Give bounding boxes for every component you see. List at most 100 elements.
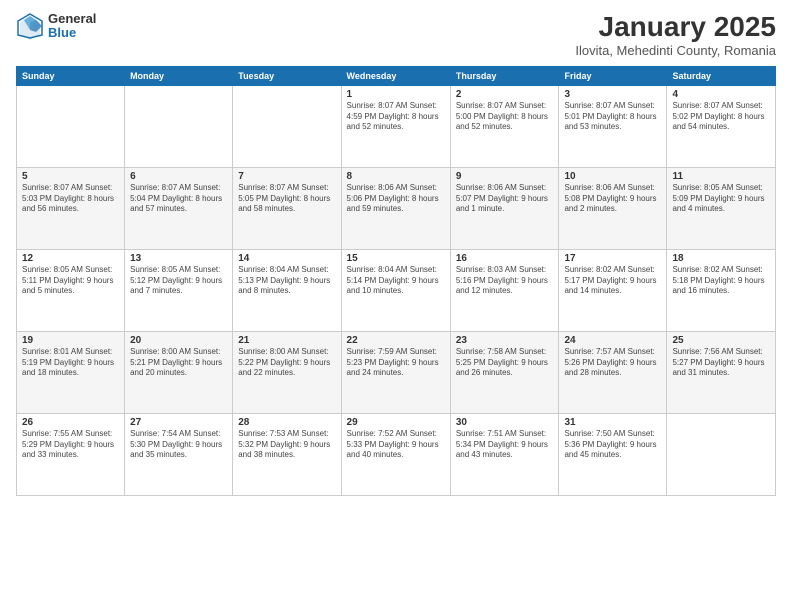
table-row: 18Sunrise: 8:02 AM Sunset: 5:18 PM Dayli… bbox=[667, 249, 776, 331]
table-row: 19Sunrise: 8:01 AM Sunset: 5:19 PM Dayli… bbox=[17, 331, 125, 413]
day-info: Sunrise: 8:04 AM Sunset: 5:14 PM Dayligh… bbox=[347, 265, 445, 297]
table-row: 23Sunrise: 7:58 AM Sunset: 5:25 PM Dayli… bbox=[450, 331, 559, 413]
week-row-2: 12Sunrise: 8:05 AM Sunset: 5:11 PM Dayli… bbox=[17, 249, 776, 331]
day-info: Sunrise: 7:52 AM Sunset: 5:33 PM Dayligh… bbox=[347, 429, 445, 461]
day-info: Sunrise: 8:02 AM Sunset: 5:17 PM Dayligh… bbox=[564, 265, 661, 297]
table-row: 24Sunrise: 7:57 AM Sunset: 5:26 PM Dayli… bbox=[559, 331, 667, 413]
day-number: 23 bbox=[456, 335, 554, 346]
table-row bbox=[125, 85, 233, 167]
table-row: 10Sunrise: 8:06 AM Sunset: 5:08 PM Dayli… bbox=[559, 167, 667, 249]
week-row-0: 1Sunrise: 8:07 AM Sunset: 4:59 PM Daylig… bbox=[17, 85, 776, 167]
table-row: 31Sunrise: 7:50 AM Sunset: 5:36 PM Dayli… bbox=[559, 413, 667, 495]
logo-general-text: General bbox=[48, 12, 96, 26]
day-info: Sunrise: 8:06 AM Sunset: 5:07 PM Dayligh… bbox=[456, 183, 554, 215]
day-number: 30 bbox=[456, 417, 554, 428]
week-row-4: 26Sunrise: 7:55 AM Sunset: 5:29 PM Dayli… bbox=[17, 413, 776, 495]
day-info: Sunrise: 8:05 AM Sunset: 5:11 PM Dayligh… bbox=[22, 265, 119, 297]
day-number: 6 bbox=[130, 171, 227, 182]
day-info: Sunrise: 8:03 AM Sunset: 5:16 PM Dayligh… bbox=[456, 265, 554, 297]
location: Ilovita, Mehedinti County, Romania bbox=[575, 43, 776, 58]
day-info: Sunrise: 8:07 AM Sunset: 5:00 PM Dayligh… bbox=[456, 101, 554, 133]
day-number: 15 bbox=[347, 253, 445, 264]
day-number: 16 bbox=[456, 253, 554, 264]
day-info: Sunrise: 7:59 AM Sunset: 5:23 PM Dayligh… bbox=[347, 347, 445, 379]
day-info: Sunrise: 8:07 AM Sunset: 5:03 PM Dayligh… bbox=[22, 183, 119, 215]
day-info: Sunrise: 8:04 AM Sunset: 5:13 PM Dayligh… bbox=[238, 265, 335, 297]
table-row: 27Sunrise: 7:54 AM Sunset: 5:30 PM Dayli… bbox=[125, 413, 233, 495]
logo-blue-text: Blue bbox=[48, 26, 96, 40]
table-row: 7Sunrise: 8:07 AM Sunset: 5:05 PM Daylig… bbox=[233, 167, 341, 249]
table-row: 14Sunrise: 8:04 AM Sunset: 5:13 PM Dayli… bbox=[233, 249, 341, 331]
month-title: January 2025 bbox=[575, 12, 776, 43]
table-row: 11Sunrise: 8:05 AM Sunset: 5:09 PM Dayli… bbox=[667, 167, 776, 249]
day-info: Sunrise: 8:07 AM Sunset: 5:05 PM Dayligh… bbox=[238, 183, 335, 215]
table-row: 8Sunrise: 8:06 AM Sunset: 5:06 PM Daylig… bbox=[341, 167, 450, 249]
day-number: 20 bbox=[130, 335, 227, 346]
day-info: Sunrise: 7:57 AM Sunset: 5:26 PM Dayligh… bbox=[564, 347, 661, 379]
day-number: 22 bbox=[347, 335, 445, 346]
day-number: 7 bbox=[238, 171, 335, 182]
day-number: 28 bbox=[238, 417, 335, 428]
logo: General Blue bbox=[16, 12, 96, 41]
table-row: 17Sunrise: 8:02 AM Sunset: 5:17 PM Dayli… bbox=[559, 249, 667, 331]
day-number: 24 bbox=[564, 335, 661, 346]
table-row: 30Sunrise: 7:51 AM Sunset: 5:34 PM Dayli… bbox=[450, 413, 559, 495]
day-info: Sunrise: 7:55 AM Sunset: 5:29 PM Dayligh… bbox=[22, 429, 119, 461]
table-row: 1Sunrise: 8:07 AM Sunset: 4:59 PM Daylig… bbox=[341, 85, 450, 167]
table-row: 21Sunrise: 8:00 AM Sunset: 5:22 PM Dayli… bbox=[233, 331, 341, 413]
day-number: 5 bbox=[22, 171, 119, 182]
day-number: 25 bbox=[672, 335, 770, 346]
table-row bbox=[233, 85, 341, 167]
day-info: Sunrise: 7:53 AM Sunset: 5:32 PM Dayligh… bbox=[238, 429, 335, 461]
logo-icon bbox=[16, 12, 44, 40]
title-block: January 2025 Ilovita, Mehedinti County, … bbox=[575, 12, 776, 58]
day-number: 18 bbox=[672, 253, 770, 264]
logo-text: General Blue bbox=[48, 12, 96, 41]
table-row: 16Sunrise: 8:03 AM Sunset: 5:16 PM Dayli… bbox=[450, 249, 559, 331]
table-row bbox=[667, 413, 776, 495]
day-info: Sunrise: 7:54 AM Sunset: 5:30 PM Dayligh… bbox=[130, 429, 227, 461]
day-number: 3 bbox=[564, 89, 661, 100]
day-info: Sunrise: 8:07 AM Sunset: 4:59 PM Dayligh… bbox=[347, 101, 445, 133]
table-row: 20Sunrise: 8:00 AM Sunset: 5:21 PM Dayli… bbox=[125, 331, 233, 413]
day-info: Sunrise: 8:00 AM Sunset: 5:22 PM Dayligh… bbox=[238, 347, 335, 379]
header: General Blue January 2025 Ilovita, Mehed… bbox=[16, 12, 776, 58]
day-info: Sunrise: 8:01 AM Sunset: 5:19 PM Dayligh… bbox=[22, 347, 119, 379]
day-info: Sunrise: 7:51 AM Sunset: 5:34 PM Dayligh… bbox=[456, 429, 554, 461]
day-info: Sunrise: 8:07 AM Sunset: 5:02 PM Dayligh… bbox=[672, 101, 770, 133]
day-info: Sunrise: 8:07 AM Sunset: 5:04 PM Dayligh… bbox=[130, 183, 227, 215]
day-number: 12 bbox=[22, 253, 119, 264]
day-number: 10 bbox=[564, 171, 661, 182]
table-row: 2Sunrise: 8:07 AM Sunset: 5:00 PM Daylig… bbox=[450, 85, 559, 167]
day-number: 17 bbox=[564, 253, 661, 264]
page: General Blue January 2025 Ilovita, Mehed… bbox=[0, 0, 792, 612]
day-info: Sunrise: 8:00 AM Sunset: 5:21 PM Dayligh… bbox=[130, 347, 227, 379]
table-row: 28Sunrise: 7:53 AM Sunset: 5:32 PM Dayli… bbox=[233, 413, 341, 495]
day-info: Sunrise: 8:02 AM Sunset: 5:18 PM Dayligh… bbox=[672, 265, 770, 297]
day-number: 8 bbox=[347, 171, 445, 182]
day-info: Sunrise: 8:05 AM Sunset: 5:12 PM Dayligh… bbox=[130, 265, 227, 297]
header-wednesday: Wednesday bbox=[341, 66, 450, 85]
header-tuesday: Tuesday bbox=[233, 66, 341, 85]
header-monday: Monday bbox=[125, 66, 233, 85]
day-number: 27 bbox=[130, 417, 227, 428]
header-friday: Friday bbox=[559, 66, 667, 85]
table-row: 26Sunrise: 7:55 AM Sunset: 5:29 PM Dayli… bbox=[17, 413, 125, 495]
day-info: Sunrise: 7:56 AM Sunset: 5:27 PM Dayligh… bbox=[672, 347, 770, 379]
day-number: 11 bbox=[672, 171, 770, 182]
day-info: Sunrise: 8:06 AM Sunset: 5:06 PM Dayligh… bbox=[347, 183, 445, 215]
table-row: 15Sunrise: 8:04 AM Sunset: 5:14 PM Dayli… bbox=[341, 249, 450, 331]
header-thursday: Thursday bbox=[450, 66, 559, 85]
day-number: 9 bbox=[456, 171, 554, 182]
day-number: 29 bbox=[347, 417, 445, 428]
day-info: Sunrise: 8:05 AM Sunset: 5:09 PM Dayligh… bbox=[672, 183, 770, 215]
table-row: 9Sunrise: 8:06 AM Sunset: 5:07 PM Daylig… bbox=[450, 167, 559, 249]
table-row: 25Sunrise: 7:56 AM Sunset: 5:27 PM Dayli… bbox=[667, 331, 776, 413]
header-sunday: Sunday bbox=[17, 66, 125, 85]
day-info: Sunrise: 7:50 AM Sunset: 5:36 PM Dayligh… bbox=[564, 429, 661, 461]
weekday-header-row: Sunday Monday Tuesday Wednesday Thursday… bbox=[17, 66, 776, 85]
day-number: 19 bbox=[22, 335, 119, 346]
table-row: 22Sunrise: 7:59 AM Sunset: 5:23 PM Dayli… bbox=[341, 331, 450, 413]
table-row: 6Sunrise: 8:07 AM Sunset: 5:04 PM Daylig… bbox=[125, 167, 233, 249]
week-row-3: 19Sunrise: 8:01 AM Sunset: 5:19 PM Dayli… bbox=[17, 331, 776, 413]
